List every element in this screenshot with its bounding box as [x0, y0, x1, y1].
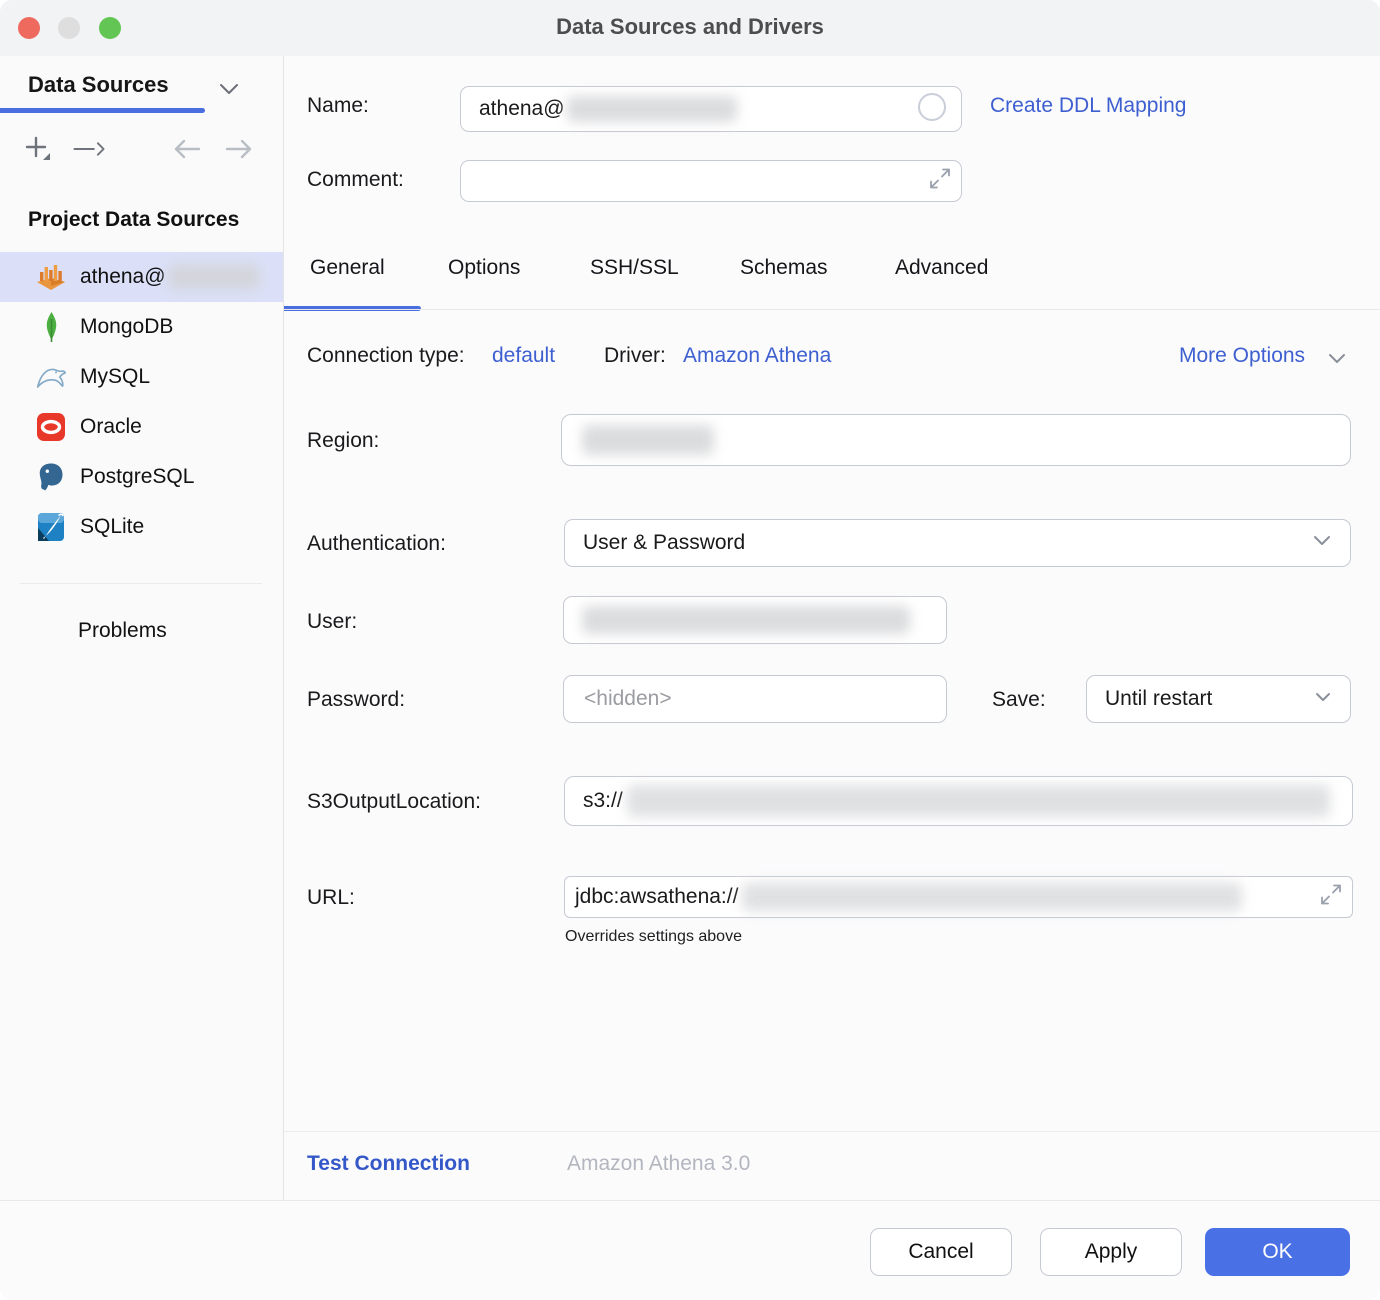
region-label: Region: — [307, 429, 379, 453]
tab-advanced[interactable]: Advanced — [895, 256, 988, 280]
chevron-down-icon — [1312, 534, 1332, 552]
test-connection-link[interactable]: Test Connection — [307, 1152, 470, 1176]
url-input[interactable]: jdbc:awsathena:// — [564, 876, 1353, 918]
authentication-select[interactable]: User & Password — [564, 519, 1351, 567]
athena-icon — [36, 262, 66, 292]
comment-label: Comment: — [307, 168, 404, 192]
password-label: Password: — [307, 688, 405, 712]
url-hint: Overrides settings above — [565, 928, 742, 946]
sidebar: Data Sources — [0, 56, 283, 1200]
footer-bar: Cancel Apply OK — [0, 1200, 1380, 1300]
redacted-text — [742, 883, 1242, 911]
driver-version-text: Amazon Athena 3.0 — [567, 1152, 750, 1176]
save-label: Save: — [992, 688, 1046, 712]
project-data-sources-header: Project Data Sources — [28, 208, 239, 232]
tab-general[interactable]: General — [310, 256, 385, 280]
tab-schemas[interactable]: Schemas — [740, 256, 828, 280]
back-arrow-icon[interactable] — [170, 132, 204, 166]
sidebar-toolbar — [0, 126, 283, 172]
list-item-mysql[interactable]: MySQL — [0, 352, 283, 402]
content-divider — [284, 1131, 1380, 1132]
expand-icon[interactable] — [1320, 884, 1342, 911]
data-sources-dialog: Data Sources and Drivers Data Sources — [0, 0, 1380, 1300]
apply-button[interactable]: Apply — [1040, 1228, 1182, 1276]
data-source-list: athena@ MongoDB — [0, 252, 283, 552]
list-item-athena[interactable]: athena@ — [0, 252, 283, 302]
refresh-name-icon[interactable] — [917, 92, 947, 127]
window-title: Data Sources and Drivers — [0, 14, 1380, 40]
list-item-label: MongoDB — [80, 315, 173, 339]
list-item-label: PostgreSQL — [80, 465, 194, 489]
list-item-label: SQLite — [80, 515, 144, 539]
titlebar: Data Sources and Drivers — [0, 0, 1380, 56]
name-input[interactable]: athena@ — [460, 86, 962, 132]
more-options-link[interactable]: More Options — [1179, 344, 1305, 368]
connection-type-label: Connection type: — [307, 344, 465, 368]
sidebar-tab-data-sources[interactable]: Data Sources — [28, 72, 169, 98]
authentication-label: Authentication: — [307, 532, 446, 556]
sidebar-divider — [20, 583, 262, 584]
tab-options[interactable]: Options — [448, 256, 520, 280]
s3-output-location-label: S3OutputLocation: — [307, 790, 481, 814]
redacted-text — [168, 264, 260, 290]
url-label: URL: — [307, 886, 355, 910]
sqlite-icon — [36, 512, 66, 542]
user-input[interactable] — [563, 596, 947, 644]
redacted-text — [582, 425, 714, 455]
redacted-text — [567, 96, 737, 122]
redacted-text — [627, 785, 1330, 817]
list-item-oracle[interactable]: Oracle — [0, 402, 283, 452]
comment-input[interactable] — [460, 160, 962, 202]
save-select[interactable]: Until restart — [1086, 675, 1351, 723]
password-input[interactable]: <hidden> — [563, 675, 947, 723]
sidebar-item-problems[interactable]: Problems — [78, 619, 167, 643]
list-item-label: MySQL — [80, 365, 150, 389]
list-item-label: athena@ — [80, 265, 166, 289]
mongodb-icon — [36, 312, 66, 342]
postgresql-icon — [36, 462, 66, 492]
cancel-button[interactable]: Cancel — [870, 1228, 1012, 1276]
list-item-mongodb[interactable]: MongoDB — [0, 302, 283, 352]
driver-label: Driver: — [604, 344, 666, 368]
name-label: Name: — [307, 94, 369, 118]
driver-value-link[interactable]: Amazon Athena — [683, 344, 831, 368]
connection-type-value[interactable]: default — [492, 344, 555, 368]
list-item-sqlite[interactable]: SQLite — [0, 502, 283, 552]
tab-baseline — [284, 309, 1380, 310]
list-item-postgresql[interactable]: PostgreSQL — [0, 452, 283, 502]
user-label: User: — [307, 610, 357, 634]
chevron-down-icon[interactable] — [1327, 352, 1347, 370]
forward-arrow-icon[interactable] — [222, 132, 256, 166]
list-item-label: Oracle — [80, 415, 142, 439]
chevron-down-icon — [1314, 690, 1332, 708]
region-input[interactable] — [561, 414, 1351, 466]
create-ddl-mapping-link[interactable]: Create DDL Mapping — [990, 94, 1187, 118]
sidebar-tab-underline — [0, 108, 205, 113]
tab-ssh-ssl[interactable]: SSH/SSL — [590, 256, 679, 280]
tab-bar: General Options SSH/SSL Schemas Advanced — [284, 254, 1380, 314]
chevron-down-icon[interactable] — [218, 82, 240, 101]
oracle-icon — [36, 412, 66, 442]
password-placeholder: <hidden> — [584, 687, 672, 711]
remove-data-source-button[interactable] — [72, 132, 106, 166]
main-panel: Name: athena@ Create DDL Mapping Comment… — [284, 56, 1380, 1200]
add-data-source-button[interactable] — [21, 132, 55, 166]
s3-output-location-input[interactable]: s3:// — [564, 776, 1353, 826]
ok-button[interactable]: OK — [1205, 1228, 1350, 1276]
mysql-icon — [36, 362, 66, 392]
expand-icon[interactable] — [929, 168, 951, 195]
redacted-text — [582, 606, 910, 634]
